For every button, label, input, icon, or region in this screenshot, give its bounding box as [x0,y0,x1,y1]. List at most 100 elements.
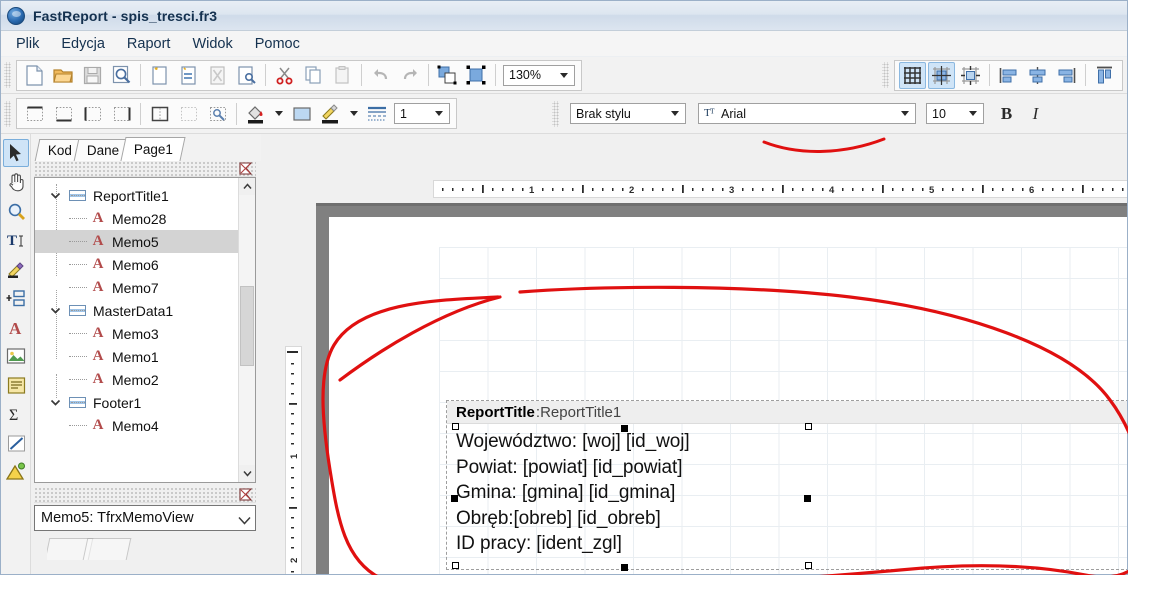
selected-object-combo[interactable]: Memo5: TfrxMemoView [34,505,256,531]
menu-item-plik[interactable]: Plik [5,33,50,55]
frame-style-icon[interactable] [363,100,390,127]
border-bottom-icon[interactable] [50,100,77,127]
save-report-icon[interactable] [79,62,106,89]
tree-scroll-thumb[interactable] [240,286,254,366]
tree-node-memo28[interactable]: A Memo28 [35,207,255,230]
tree-node-reporttitle1[interactable]: ReportTitle1 [35,184,255,207]
align-top-icon[interactable] [1091,62,1118,89]
chevron-down-icon[interactable] [49,396,62,409]
tree-node-memo7[interactable]: A Memo7 [35,276,255,299]
resize-handle-bottom-left[interactable] [451,562,459,571]
align-left-icon[interactable] [995,62,1022,89]
cut-icon[interactable] [271,62,298,89]
richtext-object-icon[interactable] [3,371,29,399]
chevron-down-icon[interactable] [49,189,62,202]
scroll-up-icon[interactable] [239,178,255,195]
new-page-icon[interactable] [146,62,173,89]
border-editor-icon[interactable] [204,100,231,127]
undo-icon[interactable] [367,62,394,89]
new-dialog-icon[interactable] [175,62,202,89]
align-to-grid-icon[interactable] [928,61,955,89]
fill-color-chevron-icon[interactable] [271,100,286,127]
toolbar-grip-text[interactable] [552,100,559,127]
bold-button[interactable]: B [993,100,1020,127]
menu-item-pomoc[interactable]: Pomoc [244,33,311,55]
font-name-combo[interactable]: TT Arial [698,103,916,124]
menu-item-raport[interactable]: Raport [116,33,182,55]
scroll-down-icon[interactable] [239,465,255,482]
resize-handle-top-right[interactable] [804,423,812,432]
memo-object-memo5[interactable]: Województwo: [woj] [id_woj] Powiat: [pow… [451,423,812,571]
tree-node-memo5[interactable]: A Memo5 [35,230,255,253]
report-tree-panel[interactable]: ReportTitle1 A Memo28 A Memo5 A Memo6 A [34,177,256,483]
tree-node-memo3[interactable]: A Memo3 [35,322,255,345]
menu-item-edycja[interactable]: Edycja [50,33,116,55]
close-panel-icon[interactable] [239,162,254,175]
border-top-icon[interactable] [21,100,48,127]
chevron-down-icon[interactable] [435,111,443,116]
chevron-down-icon[interactable] [560,72,568,78]
frame-color-icon[interactable] [317,100,344,127]
tree-node-memo2[interactable]: A Memo2 [35,368,255,391]
insert-band-icon[interactable] [3,284,29,312]
picture-object-icon[interactable] [3,342,29,370]
ungroup-icon[interactable] [463,62,490,89]
toolbar-grip[interactable] [4,62,11,88]
redo-icon[interactable] [396,62,423,89]
copy-icon[interactable] [300,62,327,89]
menu-item-widok[interactable]: Widok [181,33,243,55]
border-left-icon[interactable] [79,100,106,127]
tree-node-memo4[interactable]: A Memo4 [35,414,255,437]
fill-color-icon[interactable] [242,100,269,127]
chevron-down-icon[interactable] [238,513,251,525]
report-design-area[interactable]: 1 2 3 4 5 6 1 2 ReportTitle: ReportTitl… [261,161,1127,574]
new-report-icon[interactable] [21,62,48,89]
chevron-down-icon[interactable] [671,111,679,116]
resize-handle-middle-left[interactable] [451,495,458,502]
tree-node-memo6[interactable]: A Memo6 [35,253,255,276]
fit-to-grid-icon[interactable] [957,62,984,89]
resize-handle-bottom-center[interactable] [621,564,628,571]
border-right-icon[interactable] [108,100,135,127]
chevron-down-icon[interactable] [901,111,909,116]
tree-scrollbar[interactable] [238,178,255,482]
frame-color-chevron-icon[interactable] [346,100,361,127]
line-width-combo[interactable]: 1 [394,103,450,124]
chevron-down-icon[interactable] [969,111,977,116]
sum-object-icon[interactable]: Σ [3,400,29,428]
band-reporttitle1[interactable]: ReportTitle: ReportTitle1 Województwo: [… [446,400,1127,571]
style-combo[interactable]: Brak stylu [570,103,686,124]
memo-object-icon[interactable]: A [3,313,29,341]
hand-tool-icon[interactable] [3,168,29,196]
format-painter-icon[interactable] [3,255,29,283]
inspector-tabs[interactable] [47,538,247,560]
tab-page1[interactable]: Page1 [120,137,186,161]
delete-page-icon[interactable] [204,62,231,89]
select-tool-icon[interactable] [3,139,29,167]
italic-button[interactable]: I [1022,100,1049,127]
fill-swatch-icon[interactable] [288,100,315,127]
text-tool-icon[interactable]: T [3,226,29,254]
resize-handle-bottom-right[interactable] [804,562,812,571]
page-settings-icon[interactable] [233,62,260,89]
tree-node-footer1[interactable]: Footer1 [35,391,255,414]
paste-icon[interactable] [329,62,356,89]
font-size-combo[interactable]: 10 [926,103,984,124]
align-right-icon[interactable] [1053,62,1080,89]
resize-handle-middle-right[interactable] [804,495,811,502]
shape-object-icon[interactable] [3,458,29,486]
align-center-horizontal-icon[interactable] [1024,62,1051,89]
zoom-tool-icon[interactable] [3,197,29,225]
close-panel-icon[interactable] [239,488,254,501]
chevron-down-icon[interactable] [49,304,62,317]
toolbar-grip-border[interactable] [4,100,11,127]
tree-node-memo1[interactable]: A Memo1 [35,345,255,368]
show-grid-icon[interactable] [899,61,926,89]
tree-node-masterdata1[interactable]: MasterData1 [35,299,255,322]
toolbar-grip-align[interactable] [882,62,889,88]
inspector-tab-events[interactable] [82,538,131,560]
resize-handle-top-left[interactable] [451,423,459,432]
border-all-icon[interactable] [146,100,173,127]
open-report-icon[interactable] [50,62,77,89]
zoom-level-combo[interactable]: 130% [503,64,575,86]
